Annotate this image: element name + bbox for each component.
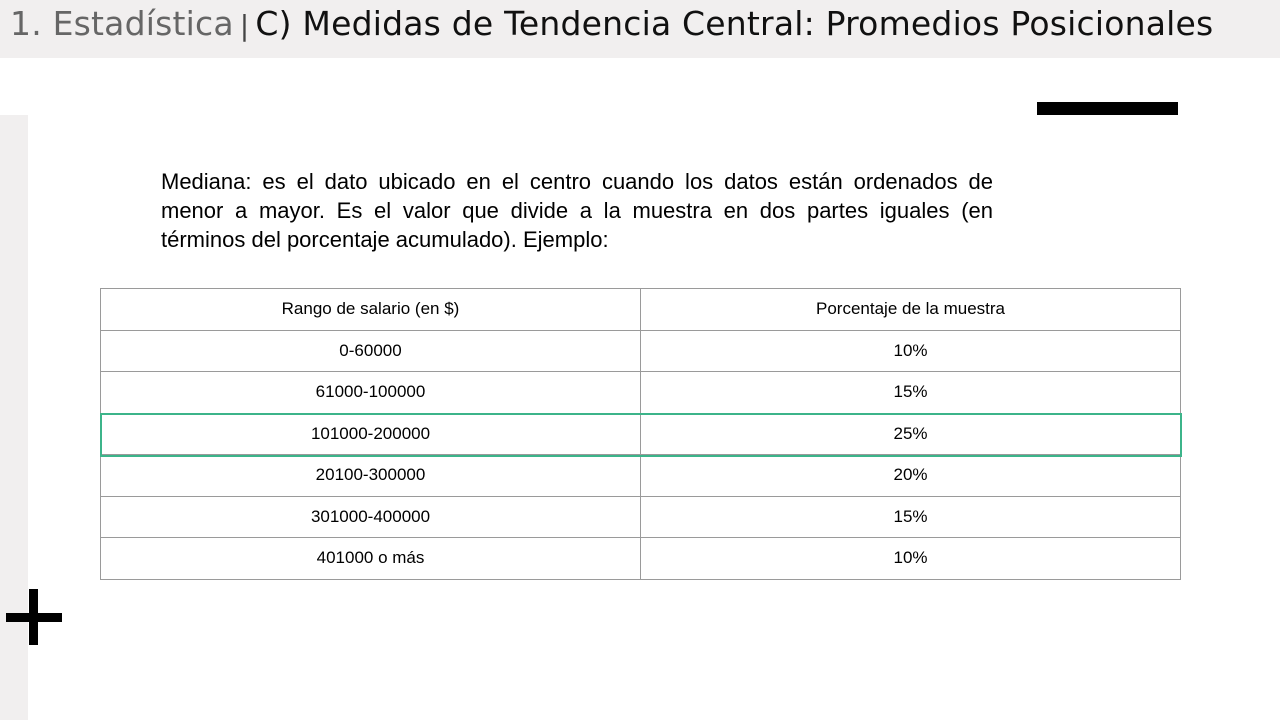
slide-title: 1. Estadística | C) Medidas de Tendencia C…: [10, 2, 1213, 46]
table-row: 61000-100000 15%: [100, 371, 1181, 414]
definition-paragraph: Mediana: es el dato ubicado en el centro…: [161, 169, 993, 252]
table-header-cell: Porcentaje de la muestra: [640, 288, 1181, 331]
table-cell: 25%: [640, 412, 1181, 455]
title-main: C) Medidas de Tendencia Central: Promedi…: [255, 4, 1214, 43]
decorative-bar: [1037, 102, 1178, 115]
title-prefix: 1. Estadística: [10, 4, 234, 43]
salary-table: Rango de salario (en $) Porcentaje de la…: [100, 288, 1181, 580]
table-row: 301000-400000 15%: [100, 495, 1181, 538]
table-row-highlighted: 101000-200000 25%: [100, 412, 1181, 455]
table-row: 20100-300000 20%: [100, 454, 1181, 497]
table-header-cell: Rango de salario (en $): [100, 288, 641, 331]
table-cell: 301000-400000: [100, 495, 641, 538]
table-cell: 101000-200000: [100, 412, 641, 455]
table-cell: 10%: [640, 537, 1181, 580]
table-cell: 401000 o más: [100, 537, 641, 580]
table-cell: 20100-300000: [100, 454, 641, 497]
table-row: 0-60000 10%: [100, 329, 1181, 372]
slide-header: 1. Estadística | C) Medidas de Tendencia C…: [0, 0, 1280, 58]
table-cell: 15%: [640, 495, 1181, 538]
table-cell: 61000-100000: [100, 371, 641, 414]
title-separator: |: [239, 9, 250, 42]
table-cell: 10%: [640, 329, 1181, 372]
table-cell: 0-60000: [100, 329, 641, 372]
table-row: 401000 o más 10%: [100, 537, 1181, 580]
table-cell: 20%: [640, 454, 1181, 497]
table-cell: 15%: [640, 371, 1181, 414]
table-header-row: Rango de salario (en $) Porcentaje de la…: [100, 288, 1181, 331]
plus-icon: [6, 589, 62, 645]
